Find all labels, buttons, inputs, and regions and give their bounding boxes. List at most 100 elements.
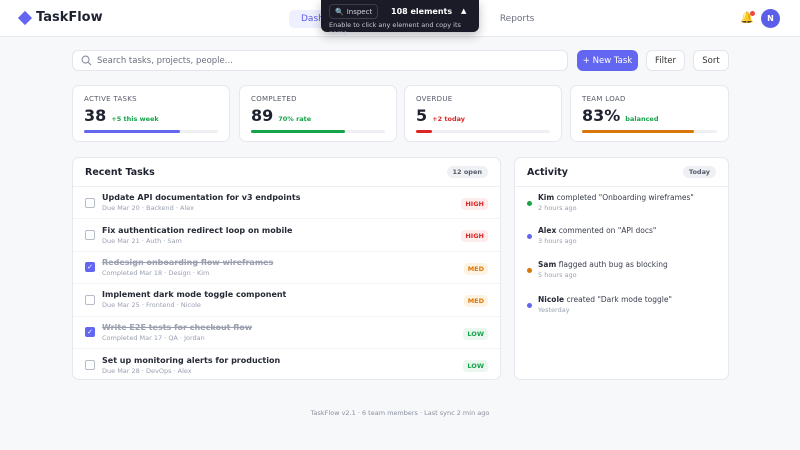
stat-delta: +5 this week	[111, 115, 159, 123]
inspector-overlay: 🔍 Inspect 108 elements ▲ Enable to click …	[321, 0, 479, 37]
task-row[interactable]: ✓ Redesign onboarding flow wireframes Comp…	[73, 252, 500, 285]
progress-track	[582, 130, 717, 133]
stat-delta: +2 today	[432, 115, 466, 123]
task-meta: Completed Mar 18 · Design · Kim	[102, 268, 210, 277]
task-row[interactable]: Fix authentication redirect loop on mobi…	[73, 219, 500, 252]
new-task-button[interactable]: + New Task	[577, 50, 638, 71]
status-dot	[527, 233, 532, 239]
brand-name: TaskFlow	[36, 10, 103, 25]
sort-button[interactable]: Sort	[693, 50, 729, 71]
activity-item: Alex commented on "API docs" 3 hours ago	[515, 222, 728, 257]
activity-text: completed "Onboarding wireframes"	[554, 193, 694, 202]
nav-tab-reports[interactable]: Reports	[488, 10, 547, 28]
search-placeholder: Search tasks, projects, people...	[97, 55, 233, 66]
task-meta: Completed Mar 17 · QA · Jordan	[102, 333, 205, 342]
filter-button[interactable]: Filter	[646, 50, 685, 71]
activity-panel: Activity Today Kim completed "Onboarding …	[514, 157, 729, 380]
stat-card: COMPLETED 89 70% rate	[239, 85, 397, 142]
task-checkbox[interactable]	[85, 230, 95, 241]
task-checkbox[interactable]: ✓	[85, 262, 95, 273]
stat-value: 83%	[582, 106, 621, 125]
activity-time: 3 hours ago	[538, 236, 577, 245]
activity-user: Sam	[538, 260, 557, 269]
progress-fill	[582, 130, 695, 133]
progress-fill	[84, 130, 181, 133]
priority-badge: LOW	[463, 327, 488, 340]
stat-card: TEAM LOAD 83% balanced	[570, 85, 729, 142]
status-dot	[527, 302, 532, 308]
activity-item: Kim completed "Onboarding wireframes" 2 h…	[515, 187, 728, 222]
footer: TaskFlow v2.1 · 6 team members · Last sy…	[310, 409, 490, 417]
activity-user: Kim	[538, 193, 555, 202]
progress-track	[251, 130, 385, 133]
task-row[interactable]: Implement dark mode toggle component Due …	[73, 284, 500, 317]
collapse-caret-icon[interactable]: ▲	[461, 7, 466, 15]
stat-label: ACTIVE TASKS	[84, 95, 137, 103]
status-dot	[527, 201, 532, 206]
priority-badge: MED	[463, 295, 488, 308]
stat-card: OVERDUE 5 +2 today	[404, 85, 562, 142]
task-meta: Due Mar 25 · Frontend · Nicole	[102, 301, 201, 310]
task-checkbox[interactable]	[85, 360, 95, 371]
panel-title: Activity	[527, 166, 568, 178]
today-badge: Today	[682, 166, 716, 178]
task-meta: Due Mar 28 · DevOps · Alex	[102, 366, 192, 375]
task-meta: Due Mar 21 · Auth · Sam	[102, 236, 182, 245]
stat-delta: 70% rate	[278, 115, 312, 123]
task-title: Set up monitoring alerts for production	[102, 355, 281, 365]
diamond-logo-icon	[17, 10, 33, 25]
notification-dot	[750, 11, 755, 16]
progress-fill	[416, 130, 433, 133]
task-title: Redesign onboarding flow wireframes	[102, 257, 274, 267]
brand-logo[interactable]: TaskFlow	[17, 10, 103, 25]
search-icon	[81, 55, 92, 66]
progress-track	[416, 130, 550, 133]
status-dot	[527, 268, 532, 273]
activity-time: 5 hours ago	[538, 271, 577, 279]
search-input[interactable]: Search tasks, projects, people...	[72, 50, 568, 71]
open-count-badge: 12 open	[446, 166, 488, 178]
recent-tasks-panel: Recent Tasks 12 open Update API documenta…	[72, 157, 501, 380]
element-count: 108 elements	[391, 7, 453, 16]
activity-item: Nicole created "Dark mode toggle" Yesterd…	[515, 291, 728, 326]
task-row[interactable]: Update API documentation for v3 endpoint…	[73, 187, 500, 220]
priority-badge: HIGH	[461, 230, 488, 243]
activity-item: Sam flagged auth bug as blocking 5 hours …	[515, 256, 728, 291]
inspect-button[interactable]: 🔍 Inspect	[329, 4, 379, 19]
stat-card: ACTIVE TASKS 38 +5 this week	[72, 85, 230, 142]
task-title: Fix authentication redirect loop on mobi…	[102, 225, 293, 235]
stat-value: 38	[84, 106, 107, 125]
stat-label: TEAM LOAD	[582, 95, 626, 103]
inspect-label: Inspect	[346, 7, 373, 16]
progress-track	[84, 130, 218, 133]
priority-badge: MED	[463, 262, 488, 275]
task-title: Update API documentation for v3 endpoint…	[102, 193, 301, 203]
task-row[interactable]: Set up monitoring alerts for production D…	[73, 349, 500, 381]
stat-value: 5	[416, 106, 428, 125]
stat-label: COMPLETED	[251, 95, 297, 103]
activity-user: Alex	[538, 225, 557, 235]
task-checkbox[interactable]: ✓	[85, 327, 95, 338]
priority-badge: LOW	[463, 359, 488, 372]
inspector-hint: Enable to click any element and copy its…	[329, 21, 461, 37]
activity-text: flagged auth bug as blocking	[556, 260, 668, 269]
task-checkbox[interactable]	[85, 294, 95, 305]
activity-user: Nicole	[538, 294, 565, 304]
panel-title: Recent Tasks	[85, 166, 155, 178]
magnifier-icon: 🔍	[335, 7, 344, 16]
task-title: Write E2E tests for checkout flow	[102, 322, 253, 332]
task-row[interactable]: ✓ Write E2E tests for checkout flow Comple…	[73, 317, 500, 349]
stat-label: OVERDUE	[416, 95, 453, 103]
avatar[interactable]: N	[761, 9, 780, 28]
stat-value: 89	[251, 106, 274, 125]
progress-fill	[251, 130, 345, 133]
task-title: Implement dark mode toggle component	[102, 290, 287, 300]
task-checkbox[interactable]	[85, 197, 95, 208]
activity-time: Yesterday	[538, 305, 570, 314]
priority-badge: HIGH	[461, 198, 488, 210]
activity-time: 2 hours ago	[538, 204, 577, 212]
activity-text: commented on "API docs"	[556, 225, 657, 235]
task-meta: Due Mar 20 · Backend · Alex	[102, 204, 194, 213]
stat-delta: balanced	[625, 115, 659, 123]
activity-text: created "Dark mode toggle"	[564, 294, 672, 304]
